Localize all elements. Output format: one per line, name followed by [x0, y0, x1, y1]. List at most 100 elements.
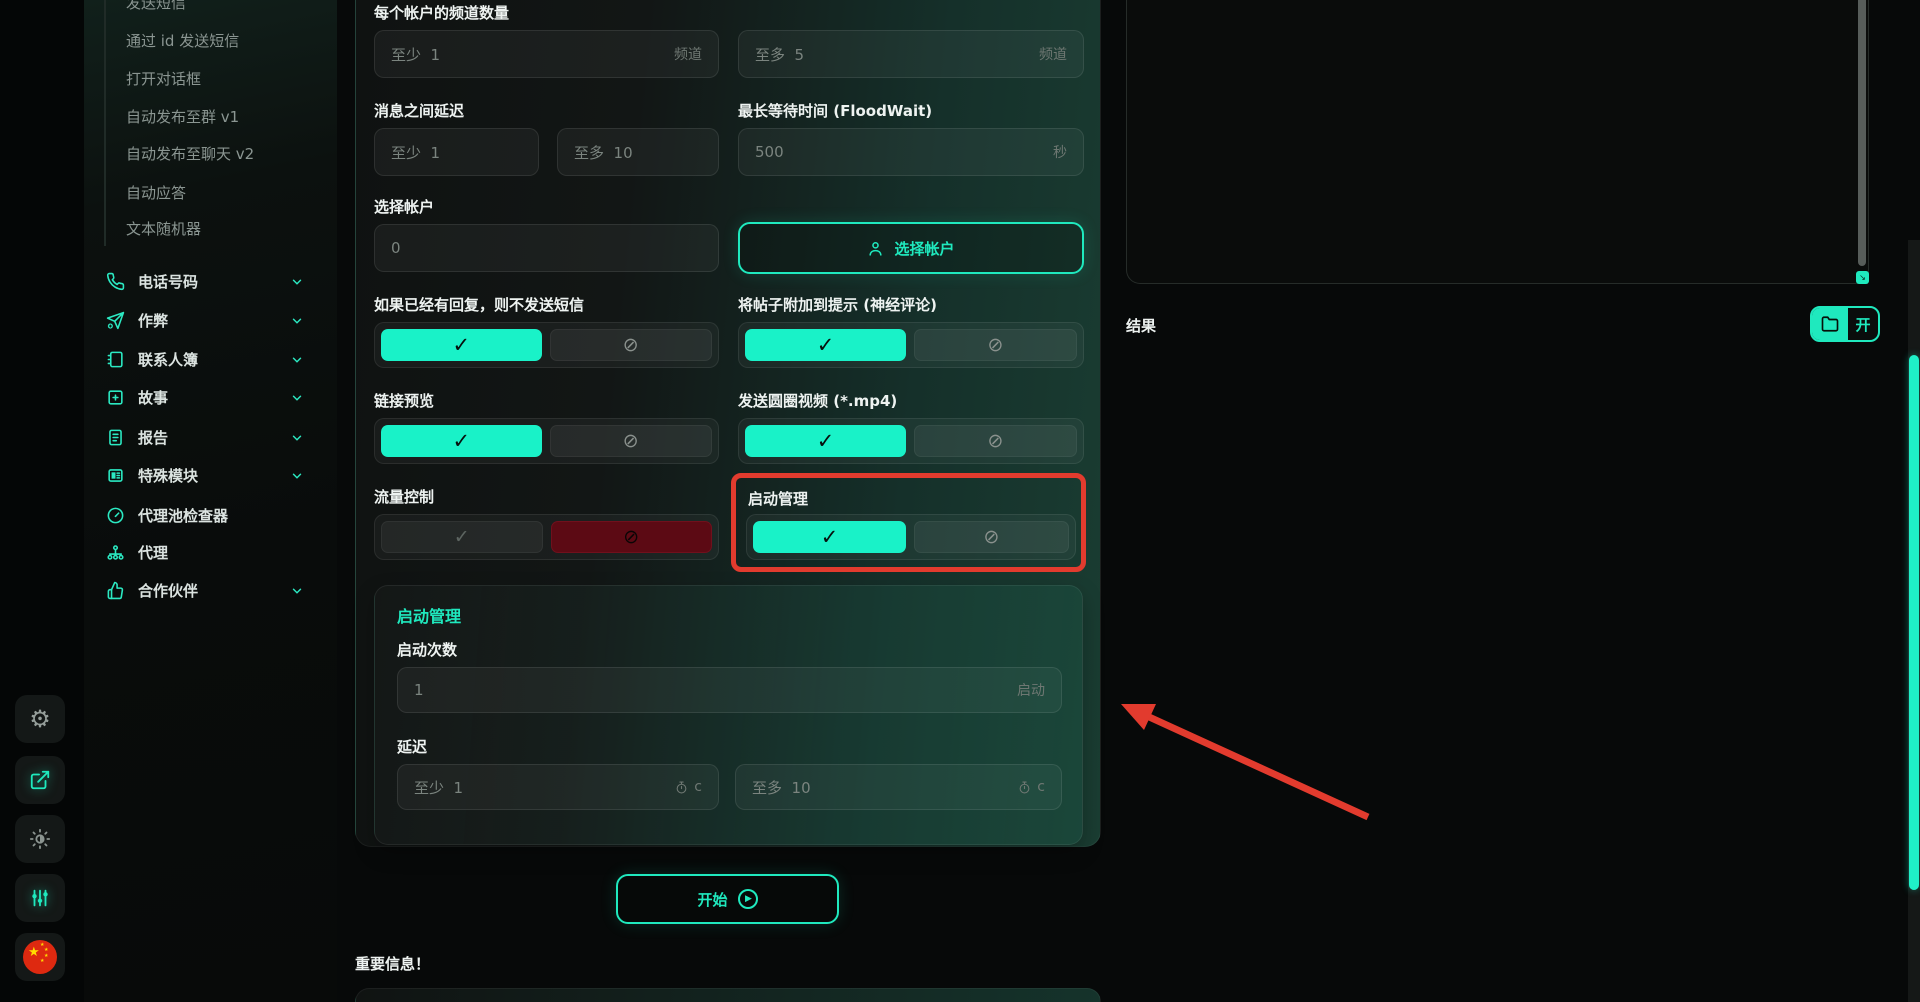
important-note-label: 重要信息！ — [355, 953, 430, 974]
max-delay-input[interactable]: 至多 10 — [557, 128, 719, 176]
stopwatch-icon — [675, 781, 688, 794]
phone-icon — [106, 271, 126, 291]
sidebar-item-reports[interactable]: 报告 — [106, 424, 320, 450]
launch-min-delay-input[interactable]: 至少 1 c — [397, 764, 719, 810]
attach-post-label: 将帖子附加到提示 (神经评论) — [738, 294, 937, 315]
app-window: ⚙ — [0, 0, 1920, 1002]
report-icon — [106, 427, 126, 447]
toggle-on-option[interactable]: ✓ — [381, 521, 543, 553]
language-button[interactable]: ★ ★ ★ ★ ★ — [15, 933, 65, 981]
submenu-indent-line — [104, 0, 106, 246]
no-resend-toggle: ✓ ⊘ — [374, 322, 719, 368]
sidebar-item-autopost-group-v1[interactable]: 自动发布至群 v1 — [126, 106, 239, 127]
traffic-control-label: 流量控制 — [374, 486, 434, 507]
floodwait-label: 最长等待时间 (FloodWait) — [738, 100, 932, 121]
toggle-on-option[interactable]: ✓ — [753, 521, 906, 553]
channels-per-account-label: 每个帐户的频道数量 — [374, 2, 509, 23]
page-scrollbar-thumb[interactable] — [1909, 355, 1919, 890]
sidebar-item-phone-numbers[interactable]: 电话号码 — [106, 268, 320, 294]
chevron-down-icon — [290, 353, 304, 367]
sidebar-item-send-sms-by-id[interactable]: 通过 id 发送短信 — [126, 30, 239, 51]
left-icon-rail: ⚙ — [0, 0, 84, 1002]
launch-count-input[interactable]: 1 启动 — [397, 667, 1062, 713]
external-link-icon — [29, 769, 51, 791]
launch-management-toggle: ✓ ⊘ — [746, 514, 1076, 560]
open-folder-button[interactable] — [1812, 308, 1848, 340]
toggle-off-option[interactable]: ⊘ — [550, 425, 713, 457]
traffic-control-toggle: ✓ ⊘ — [374, 514, 719, 560]
external-link-button[interactable] — [15, 756, 65, 804]
results-actions: 开 — [1810, 306, 1880, 342]
toggle-off-option[interactable]: ⊘ — [914, 425, 1077, 457]
sidebar: 发送短信 通过 id 发送短信 打开对话框 自动发布至群 v1 自动发布至聊天 … — [84, 0, 337, 1002]
gear-icon: ⚙ — [29, 707, 51, 731]
sidebar-item-text-randomizer[interactable]: 文本随机器 — [126, 218, 201, 239]
accounts-count-input[interactable]: 0 — [374, 224, 719, 272]
sidebar-item-contacts-book[interactable]: 联系人簿 — [106, 346, 320, 372]
select-accounts-button[interactable]: 选择帐户 — [738, 222, 1084, 274]
message-delay-label: 消息之间延迟 — [374, 100, 464, 121]
launch-delay-label: 延迟 — [397, 736, 427, 757]
resize-handle-icon[interactable]: ↘ — [1856, 271, 1869, 284]
sidebar-item-special-modules[interactable]: 特殊模块 — [106, 462, 320, 488]
theme-toggle-button[interactable] — [15, 815, 65, 863]
sidebar-item-proxy[interactable]: 代理 — [106, 539, 320, 565]
sidebar-item-autoreply[interactable]: 自动应答 — [126, 182, 186, 203]
open-results-button[interactable]: 开 — [1848, 308, 1878, 340]
filters-button[interactable] — [15, 874, 65, 922]
toggle-on-option[interactable]: ✓ — [745, 425, 906, 457]
toggle-off-option[interactable]: ⊘ — [550, 329, 713, 361]
floodwait-input[interactable]: 500 秒 — [738, 128, 1084, 176]
modules-icon — [106, 465, 126, 485]
send-plus-icon — [106, 310, 126, 330]
sidebar-item-partners[interactable]: 合作伙伴 — [106, 577, 320, 603]
sidebar-item-proxy-pool-checker[interactable]: 代理池检查器 — [106, 502, 320, 528]
toggle-off-option[interactable]: ⊘ — [914, 329, 1077, 361]
settings-panel: 每个帐户的频道数量 至少 1 频道 至多 5 频道 消息之间延迟 最长等待时间 … — [355, 0, 1101, 847]
round-video-label: 发送圆圈视频 (*.mp4) — [738, 390, 897, 411]
link-preview-label: 链接预览 — [374, 390, 434, 411]
gauge-icon — [106, 505, 126, 525]
chevron-down-icon — [290, 314, 304, 328]
sidebar-item-autopost-chat-v2[interactable]: 自动发布至聊天 v2 — [126, 143, 254, 164]
settings-button[interactable]: ⚙ — [15, 695, 65, 743]
stopwatch-icon — [1018, 781, 1031, 794]
round-video-toggle: ✓ ⊘ — [738, 418, 1084, 464]
max-channels-input[interactable]: 至多 5 频道 — [738, 30, 1084, 78]
link-preview-toggle: ✓ ⊘ — [374, 418, 719, 464]
min-channels-input[interactable]: 至少 1 频道 — [374, 30, 719, 78]
sidebar-item-send-sms[interactable]: 发送短信 — [126, 0, 186, 13]
no-resend-label: 如果已经有回复，则不发送短信 — [374, 294, 584, 315]
results-label: 结果 — [1126, 315, 1156, 336]
toggle-off-option[interactable]: ⊘ — [551, 521, 713, 553]
start-button[interactable]: 开始 ▶ — [616, 874, 839, 924]
log-scrollbar-thumb[interactable] — [1858, 0, 1866, 266]
thumbs-up-icon — [106, 580, 126, 600]
toggle-off-option[interactable]: ⊘ — [914, 521, 1069, 553]
log-output-panel[interactable] — [1126, 0, 1869, 284]
toggle-on-option[interactable]: ✓ — [381, 425, 542, 457]
contacts-book-icon — [106, 349, 126, 369]
launch-panel-title: 启动管理 — [397, 603, 461, 627]
user-icon — [867, 240, 884, 257]
network-icon — [106, 542, 126, 562]
sidebar-item-cheating[interactable]: 作弊 — [106, 307, 320, 333]
launch-max-delay-input[interactable]: 至多 10 c — [735, 764, 1062, 810]
toggle-on-option[interactable]: ✓ — [745, 329, 906, 361]
info-panel-top-edge — [355, 988, 1101, 1002]
sidebar-item-open-dialog[interactable]: 打开对话框 — [126, 68, 201, 89]
china-flag-icon: ★ ★ ★ ★ ★ — [23, 940, 57, 974]
chevron-down-icon — [290, 584, 304, 598]
launch-count-label: 启动次数 — [397, 639, 457, 660]
plus-square-icon — [106, 387, 126, 407]
sidebar-item-stories[interactable]: 故事 — [106, 384, 320, 410]
attach-post-toggle: ✓ ⊘ — [738, 322, 1084, 368]
select-accounts-label: 选择帐户 — [374, 196, 434, 217]
folder-icon — [1821, 315, 1839, 333]
min-delay-input[interactable]: 至少 1 — [374, 128, 539, 176]
launch-management-panel: 启动管理 启动次数 1 启动 延迟 至少 1 c 至多 10 — [374, 585, 1083, 845]
chevron-down-icon — [290, 469, 304, 483]
toggle-on-option[interactable]: ✓ — [381, 329, 542, 361]
chevron-down-icon — [290, 431, 304, 445]
chevron-down-icon — [290, 275, 304, 289]
